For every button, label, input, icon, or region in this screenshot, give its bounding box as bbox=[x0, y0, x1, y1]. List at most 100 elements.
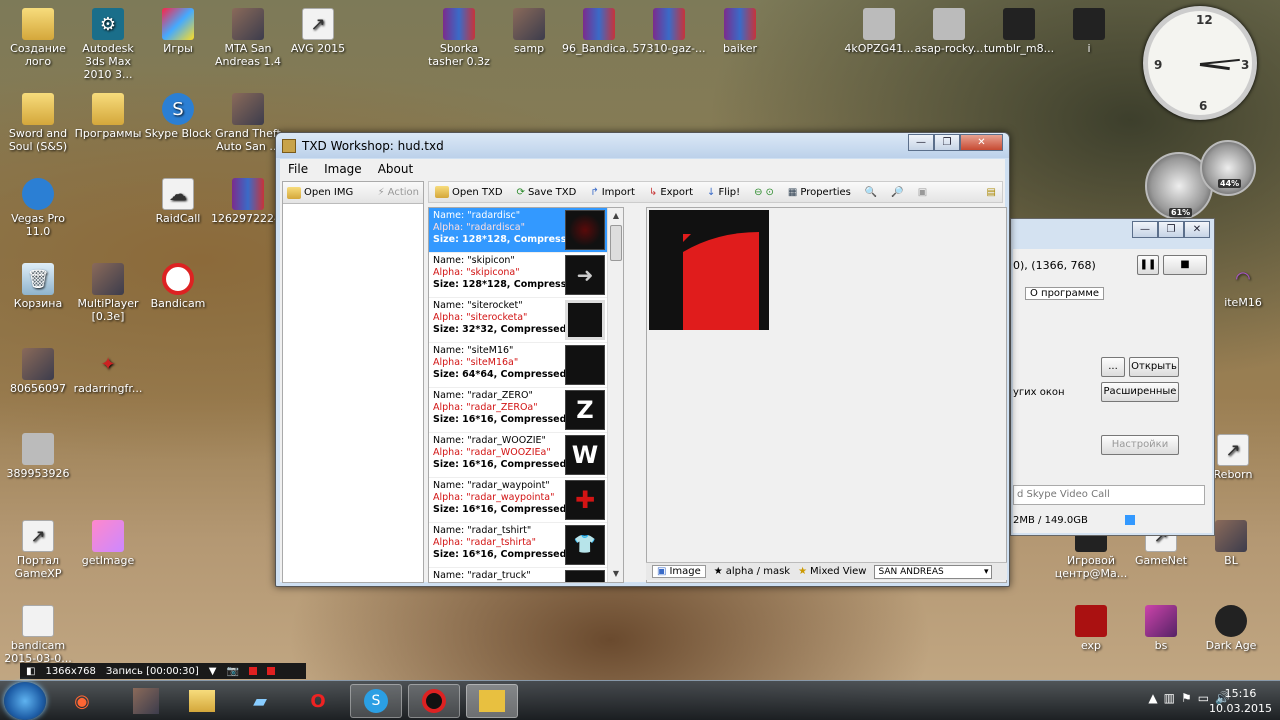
desktop-icon-multiplayer[interactable]: MultiPlayer [0.3e] bbox=[71, 263, 145, 323]
maximize-button[interactable]: ❐ bbox=[934, 134, 960, 151]
desktop-icon-tumblr[interactable]: tumblr_m8... bbox=[982, 8, 1056, 55]
image-viewer[interactable] bbox=[646, 207, 1007, 583]
desktop-icon-games[interactable]: Игры bbox=[141, 8, 215, 55]
desktop-icon-baiker[interactable]: baiker bbox=[703, 8, 777, 55]
scroll-up-arrow-icon[interactable]: ▲ bbox=[608, 208, 623, 224]
desktop-icon-raidcall[interactable]: ☁ RaidCall bbox=[141, 178, 215, 225]
taskbar-item-raidcall[interactable]: ◉ bbox=[56, 684, 108, 718]
desktop-icon-gamexp[interactable]: ↗ Портал GameXP bbox=[1, 520, 75, 580]
bandicam-pause-button[interactable]: ❚❚ bbox=[1137, 255, 1159, 275]
desktop-icon-sword[interactable]: Sword and Soul (S&S) bbox=[1, 93, 75, 153]
tray-arrow-icon[interactable]: ▲ bbox=[1148, 691, 1157, 705]
desktop-icon-3dsmax[interactable]: ⚙ Autodesk 3ds Max 2010 3... bbox=[71, 8, 145, 81]
taskbar-item-txd-workshop[interactable] bbox=[466, 684, 518, 718]
tab-about[interactable]: О программе bbox=[1025, 287, 1105, 300]
scrollbar-thumb[interactable] bbox=[610, 225, 622, 261]
fit-button[interactable]: ▣ bbox=[918, 187, 927, 198]
bandicam-window[interactable]: — ❐ ✕ 0), (1366, 768) ❚❚ ■ О программе .… bbox=[1010, 218, 1215, 536]
menu-file[interactable]: File bbox=[280, 162, 316, 176]
extra-button[interactable]: ▤ bbox=[987, 187, 996, 198]
save-txd-button[interactable]: ⟳ Save TXD bbox=[517, 187, 577, 198]
desktop-icon-bs[interactable]: bs bbox=[1124, 605, 1198, 652]
desktop-icon-recycle-bin[interactable]: 🗑 Корзина bbox=[1, 263, 75, 310]
scroll-down-arrow-icon[interactable]: ▼ bbox=[608, 566, 623, 582]
record-indicator-icon[interactable] bbox=[248, 667, 257, 675]
desktop-icon-radarring[interactable]: ✦ radarringfr... bbox=[71, 348, 145, 395]
bandicam-minimize-button[interactable]: — bbox=[1132, 221, 1158, 238]
move-down-icon[interactable]: ⊙ bbox=[766, 187, 774, 198]
texture-item-radar-zero[interactable]: Name: "radar_ZERO" Alpha: "radar_ZEROa" … bbox=[429, 388, 607, 433]
texture-item-sitem16[interactable]: Name: "siteM16" Alpha: "siteM16a" Size: … bbox=[429, 343, 607, 388]
texture-item-siterocket[interactable]: Name: "siterocket" Alpha: "siterocketa" … bbox=[429, 298, 607, 343]
minimize-button[interactable]: — bbox=[908, 134, 934, 151]
desktop-icon-exp[interactable]: exp bbox=[1054, 605, 1128, 652]
advanced-button[interactable]: Расширенные bbox=[1101, 382, 1179, 402]
desktop-icon-logo[interactable]: Создание лого bbox=[1, 8, 75, 68]
open-txd-button[interactable]: Open TXD bbox=[435, 186, 503, 198]
skype-video-call-field[interactable]: d Skype Video Call bbox=[1013, 485, 1205, 505]
desktop-icon-vegas[interactable]: Vegas Pro 11.0 bbox=[1, 178, 75, 238]
browse-button[interactable]: ... bbox=[1101, 357, 1125, 377]
tab-mixed-view[interactable]: ★ Mixed View bbox=[798, 566, 866, 577]
desktop-icon-samp[interactable]: samp bbox=[492, 8, 566, 55]
desktop-icon-gta[interactable]: Grand Theft Auto San ... bbox=[211, 93, 285, 153]
desktop-icon-programs[interactable]: Программы bbox=[71, 93, 145, 140]
up-down-buttons[interactable]: ⊖ ⊙ bbox=[754, 187, 774, 198]
texture-list-scrollbar[interactable]: ▲ ▼ bbox=[607, 208, 623, 582]
desktop-icon-getimage[interactable]: getImage bbox=[71, 520, 145, 567]
settings-button[interactable]: Настройки bbox=[1101, 435, 1179, 455]
desktop-icon-bandicam[interactable]: Bandicam bbox=[141, 263, 215, 310]
texture-item-radardisc[interactable]: Name: "radardisc" Alpha: "radardisca" Si… bbox=[429, 208, 607, 253]
close-button[interactable]: ✕ bbox=[960, 134, 1003, 151]
desktop-icon-389953926[interactable]: 389953926 bbox=[1, 433, 75, 480]
bandicam-recording-bar[interactable]: ◧ 1366x768 Запись [00:00:30] ▼ 📷 bbox=[20, 663, 306, 679]
menu-image[interactable]: Image bbox=[316, 162, 370, 176]
desktop-icon-i[interactable]: i bbox=[1052, 8, 1126, 55]
desktop-icon-mta[interactable]: MTA San Andreas 1.4 bbox=[211, 8, 285, 68]
texture-list[interactable]: Name: "radardisc" Alpha: "radardisca" Si… bbox=[428, 207, 624, 583]
img-file-list[interactable] bbox=[283, 204, 423, 582]
texture-item-radar-waypoint[interactable]: Name: "radar_waypoint" Alpha: "radar_way… bbox=[429, 478, 607, 523]
desktop-icon-skype-block[interactable]: S Skype Block bbox=[141, 93, 215, 140]
zoom-in-button[interactable]: 🔍 bbox=[865, 187, 877, 198]
zoom-out-button[interactable]: 🔎 bbox=[891, 187, 903, 198]
desktop-icon-1262972224[interactable]: 1262972224... bbox=[211, 178, 291, 225]
chevron-down-icon[interactable]: ▼ bbox=[209, 666, 217, 677]
open-folder-button[interactable]: Открыть bbox=[1129, 357, 1179, 377]
taskbar-item-samp[interactable] bbox=[120, 684, 172, 718]
menu-about[interactable]: About bbox=[370, 162, 421, 176]
title-bar[interactable]: TXD Workshop: hud.txd — ❐ ✕ bbox=[276, 133, 1009, 158]
flag-icon[interactable]: ⚑ bbox=[1181, 691, 1192, 705]
action-button[interactable]: ⚡ Action bbox=[378, 187, 419, 198]
desktop-icon-4kopzg[interactable]: 4kOPZG41... bbox=[842, 8, 916, 55]
import-button[interactable]: ↱ Import bbox=[590, 187, 635, 198]
desktop-icon-asap[interactable]: asap-rocky... bbox=[912, 8, 986, 55]
desktop-icon-bandica[interactable]: 96_Bandica... bbox=[562, 8, 636, 55]
texture-item-radar-woozie[interactable]: Name: "radar_WOOZIE" Alpha: "radar_WOOZI… bbox=[429, 433, 607, 478]
bandicam-close-button[interactable]: ✕ bbox=[1184, 221, 1210, 238]
open-img-button[interactable]: Open IMG bbox=[287, 186, 353, 199]
clock-gadget[interactable]: 12 3 6 9 bbox=[1143, 6, 1257, 120]
desktop-icon-dark-age[interactable]: Dark Age bbox=[1194, 605, 1268, 652]
monitor-icon[interactable]: ▭ bbox=[1198, 691, 1209, 705]
tab-image[interactable]: ▣ Image bbox=[652, 565, 706, 578]
network-icon[interactable]: ▥ bbox=[1164, 691, 1175, 705]
desktop-icon-sborka[interactable]: Sborka tasher 0.3z bbox=[422, 8, 496, 68]
properties-button[interactable]: ▦ Properties bbox=[788, 187, 851, 198]
bandicam-maximize-button[interactable]: ❐ bbox=[1158, 221, 1184, 238]
start-button[interactable] bbox=[4, 682, 46, 720]
taskbar-item-explorer[interactable] bbox=[176, 684, 228, 718]
flip-button[interactable]: ↓ Flip! bbox=[707, 187, 740, 198]
bandicam-stop-button[interactable]: ■ bbox=[1163, 255, 1207, 275]
camera-icon[interactable]: 📷 bbox=[227, 666, 239, 677]
stop-icon[interactable] bbox=[266, 667, 275, 675]
memory-meter-gadget[interactable]: 44% bbox=[1200, 140, 1256, 196]
taskbar-item-opera[interactable]: O bbox=[292, 684, 344, 718]
taskbar-clock[interactable]: 15:16 10.03.2015 bbox=[1209, 686, 1272, 716]
txd-workshop-window[interactable]: TXD Workshop: hud.txd — ❐ ✕ File Image A… bbox=[275, 132, 1010, 587]
texture-item-radar-truck[interactable]: Name: "radar_truck" bbox=[429, 568, 607, 582]
desktop-icon-80656097[interactable]: 80656097 bbox=[1, 348, 75, 395]
taskbar-item-bandicam[interactable] bbox=[408, 684, 460, 718]
game-version-select[interactable]: SAN ANDREAS ▾ bbox=[874, 564, 993, 579]
desktop-icon-item16[interactable]: ◠ iteM16 bbox=[1206, 262, 1280, 309]
